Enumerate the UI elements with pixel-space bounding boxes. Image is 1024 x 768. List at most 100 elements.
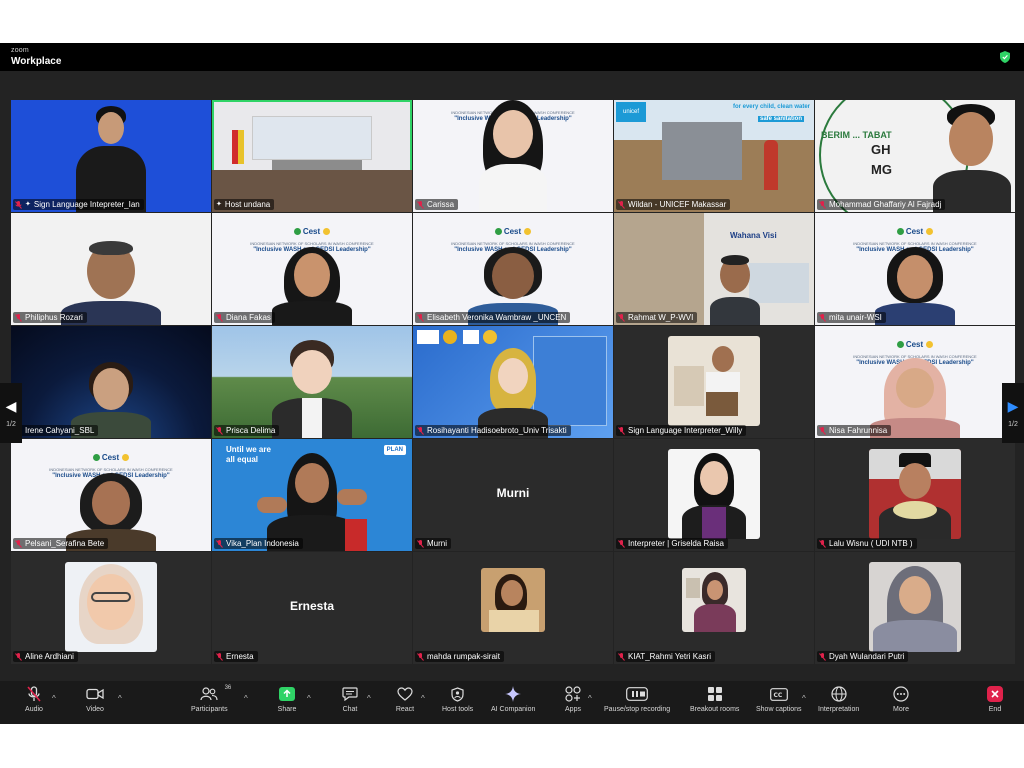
participant-name: Nisa Fahrunnisa <box>829 426 888 435</box>
video-tile[interactable]: Lalu Wisnu ( UDI NTB ) <box>815 439 1015 551</box>
participant-name-tag: Rahmat W_P-WVI <box>616 312 698 323</box>
interpretation-button[interactable]: Interpretation <box>818 685 859 713</box>
participant-name: Vika_Plan Indonesia <box>226 539 299 548</box>
participant-name-tag: Wildan - UNICEF Makassar <box>616 199 731 210</box>
video-tile[interactable]: Cest INDONESIAN NETWORK OF SCHOLARS IN W… <box>212 213 412 325</box>
video-grid: ✦ Sign Language Intepreter_Ian ✦ Host un… <box>11 100 1017 666</box>
video-tile[interactable]: Aline Ardhiani <box>11 552 211 664</box>
video-tile[interactable]: Irene Cahyani_SBL <box>11 326 211 438</box>
share-button[interactable]: Share <box>277 685 297 713</box>
page-indicator-right: 1/2 <box>1008 420 1018 428</box>
video-tile[interactable]: KIAT_Rahmi Yetri Kasri <box>614 552 814 664</box>
breakout-rooms-button[interactable]: Breakout rooms <box>690 685 739 713</box>
video-tile[interactable]: mahda rumpak-sirait <box>413 552 613 664</box>
participant-name-tag: mita unair-WSI <box>817 312 886 323</box>
audio-button[interactable]: Audio <box>24 685 44 713</box>
more-dots-icon <box>893 686 909 702</box>
video-tile[interactable]: Sign Language Interpreter_Willy <box>614 326 814 438</box>
end-meeting-button[interactable]: End <box>985 685 1005 713</box>
video-tile[interactable]: INDONESIAN NETWORK OF SCHOLARS IN WASH C… <box>413 100 613 212</box>
ai-companion-button[interactable]: AI Companion <box>491 685 535 713</box>
participant-name-tag: KIAT_Rahmi Yetri Kasri <box>616 651 715 662</box>
participant-name-tag: Ernesta <box>214 651 258 662</box>
participant-name: Mohammad Ghaffariy Al Fajradj <box>829 200 942 209</box>
apps-button[interactable]: Apps <box>563 685 583 713</box>
video-tile[interactable]: Cest INDONESIAN NETWORK OF SCHOLARS IN W… <box>11 439 211 551</box>
participant-name-tag: Aline Ardhiani <box>13 651 78 662</box>
participant-name: Philiphus Rozari <box>25 313 83 322</box>
apps-options-caret[interactable]: ^ <box>588 694 592 703</box>
pause-stop-recording-button[interactable]: Pause/stop recording <box>604 685 670 713</box>
participant-name-tag: Elisabeth Veronika Wambraw _UNCEN <box>415 312 571 323</box>
share-options-caret[interactable]: ^ <box>307 694 311 703</box>
audio-options-caret[interactable]: ^ <box>52 694 56 703</box>
security-shield-icon[interactable] <box>1000 51 1010 63</box>
cest-logo: Cest <box>494 227 532 236</box>
participant-name: Lalu Wisnu ( UDI NTB ) <box>829 539 913 548</box>
mic-muted-icon <box>417 539 424 548</box>
video-tile[interactable]: Interpreter | Griselda Raisa <box>614 439 814 551</box>
mic-muted-icon <box>819 652 826 661</box>
plan-logo: PLAN <box>383 445 406 455</box>
meeting-toolbar: Audio ^ Video ^ 36 Participants ^ Share … <box>0 681 1024 724</box>
video-tile[interactable]: Rosihayanti Hadisoebroto_Univ Trisakti <box>413 326 613 438</box>
mic-muted-icon <box>216 652 223 661</box>
mic-muted-icon <box>819 426 826 435</box>
participants-icon <box>200 687 218 701</box>
close-icon <box>987 686 1003 702</box>
mic-muted-icon <box>417 200 424 209</box>
captions-options-caret[interactable]: ^ <box>802 694 806 703</box>
participant-name-tag: Sign Language Interpreter_Willy <box>616 425 747 436</box>
participant-name: Aline Ardhiani <box>25 652 74 661</box>
heart-icon <box>397 687 413 701</box>
video-tile[interactable]: Cest INDONESIAN NETWORK OF SCHOLARS IN W… <box>815 213 1015 325</box>
video-tile[interactable]: Cest INDONESIAN NETWORK OF SCHOLARS IN W… <box>413 213 613 325</box>
mic-muted-icon <box>618 200 625 209</box>
mural-text-1: GH <box>871 142 891 157</box>
video-tile-camera-off[interactable]: Ernesta Ernesta <box>212 552 412 664</box>
video-tile[interactable]: Philiphus Rozari <box>11 213 211 325</box>
participant-name: KIAT_Rahmi Yetri Kasri <box>628 652 711 661</box>
video-tile[interactable]: Dyah Wulandari Putri <box>815 552 1015 664</box>
next-page-button[interactable]: ▶ 1/2 <box>1002 383 1024 443</box>
mic-muted-icon <box>216 313 223 322</box>
pin-icon: ✦ <box>25 201 31 208</box>
mic-muted-icon <box>417 313 424 322</box>
video-tile[interactable]: Until we are all equal PLAN Vika_Plan In… <box>212 439 412 551</box>
video-tile[interactable]: Cest INDONESIAN NETWORK OF SCHOLARS IN W… <box>815 326 1015 438</box>
share-screen-icon <box>279 687 295 701</box>
participant-name-tag: Nisa Fahrunnisa <box>817 425 892 436</box>
video-tile[interactable]: BERIM ... TABAT GH MG Mohammad Ghaffariy… <box>815 100 1015 212</box>
camera-off-name: Murni <box>496 486 530 500</box>
video-tile-camera-off[interactable]: Murni Murni <box>413 439 613 551</box>
participant-name-tag: ✦ Sign Language Intepreter_Ian <box>13 199 144 210</box>
video-button[interactable]: Video <box>85 685 105 713</box>
chat-options-caret[interactable]: ^ <box>367 694 371 703</box>
react-button[interactable]: React <box>395 685 415 713</box>
mic-muted-icon <box>216 426 223 435</box>
video-camera-icon <box>86 688 104 700</box>
mic-muted-icon <box>618 426 625 435</box>
video-tile[interactable]: ✦ Sign Language Intepreter_Ian <box>11 100 211 212</box>
participant-name-tag: Vika_Plan Indonesia <box>214 538 303 549</box>
video-options-caret[interactable]: ^ <box>118 694 122 703</box>
zoom-window: zoom Workplace ✦ Sign Language Inteprete… <box>0 43 1024 724</box>
unicef-banner-line-1: for every child, clean water <box>732 104 810 110</box>
chat-button[interactable]: Chat <box>340 685 360 713</box>
react-options-caret[interactable]: ^ <box>421 694 425 703</box>
breakout-rooms-icon <box>707 687 722 701</box>
video-tile[interactable]: unicef for every child, clean water safe… <box>614 100 814 212</box>
video-tile-active-speaker[interactable]: ✦ Host undana <box>212 100 412 212</box>
video-tile[interactable]: Prisca Delima <box>212 326 412 438</box>
host-tools-button[interactable]: Host tools <box>442 685 473 713</box>
mic-muted-icon <box>27 686 41 702</box>
participants-options-caret[interactable]: ^ <box>244 694 248 703</box>
show-captions-button[interactable]: CC Show captions <box>756 685 802 713</box>
participant-name: Sign Language Intepreter_Ian <box>33 200 140 209</box>
previous-page-button[interactable]: ◀ 1/2 <box>0 383 22 443</box>
video-tile[interactable]: Wahana Visi Rahmat W_P-WVI <box>614 213 814 325</box>
wahana-visi-logo: Wahana Visi <box>730 231 777 240</box>
participants-button[interactable]: 36 Participants <box>191 685 231 713</box>
more-button[interactable]: More <box>891 685 911 713</box>
unicef-logo: unicef <box>616 102 646 122</box>
